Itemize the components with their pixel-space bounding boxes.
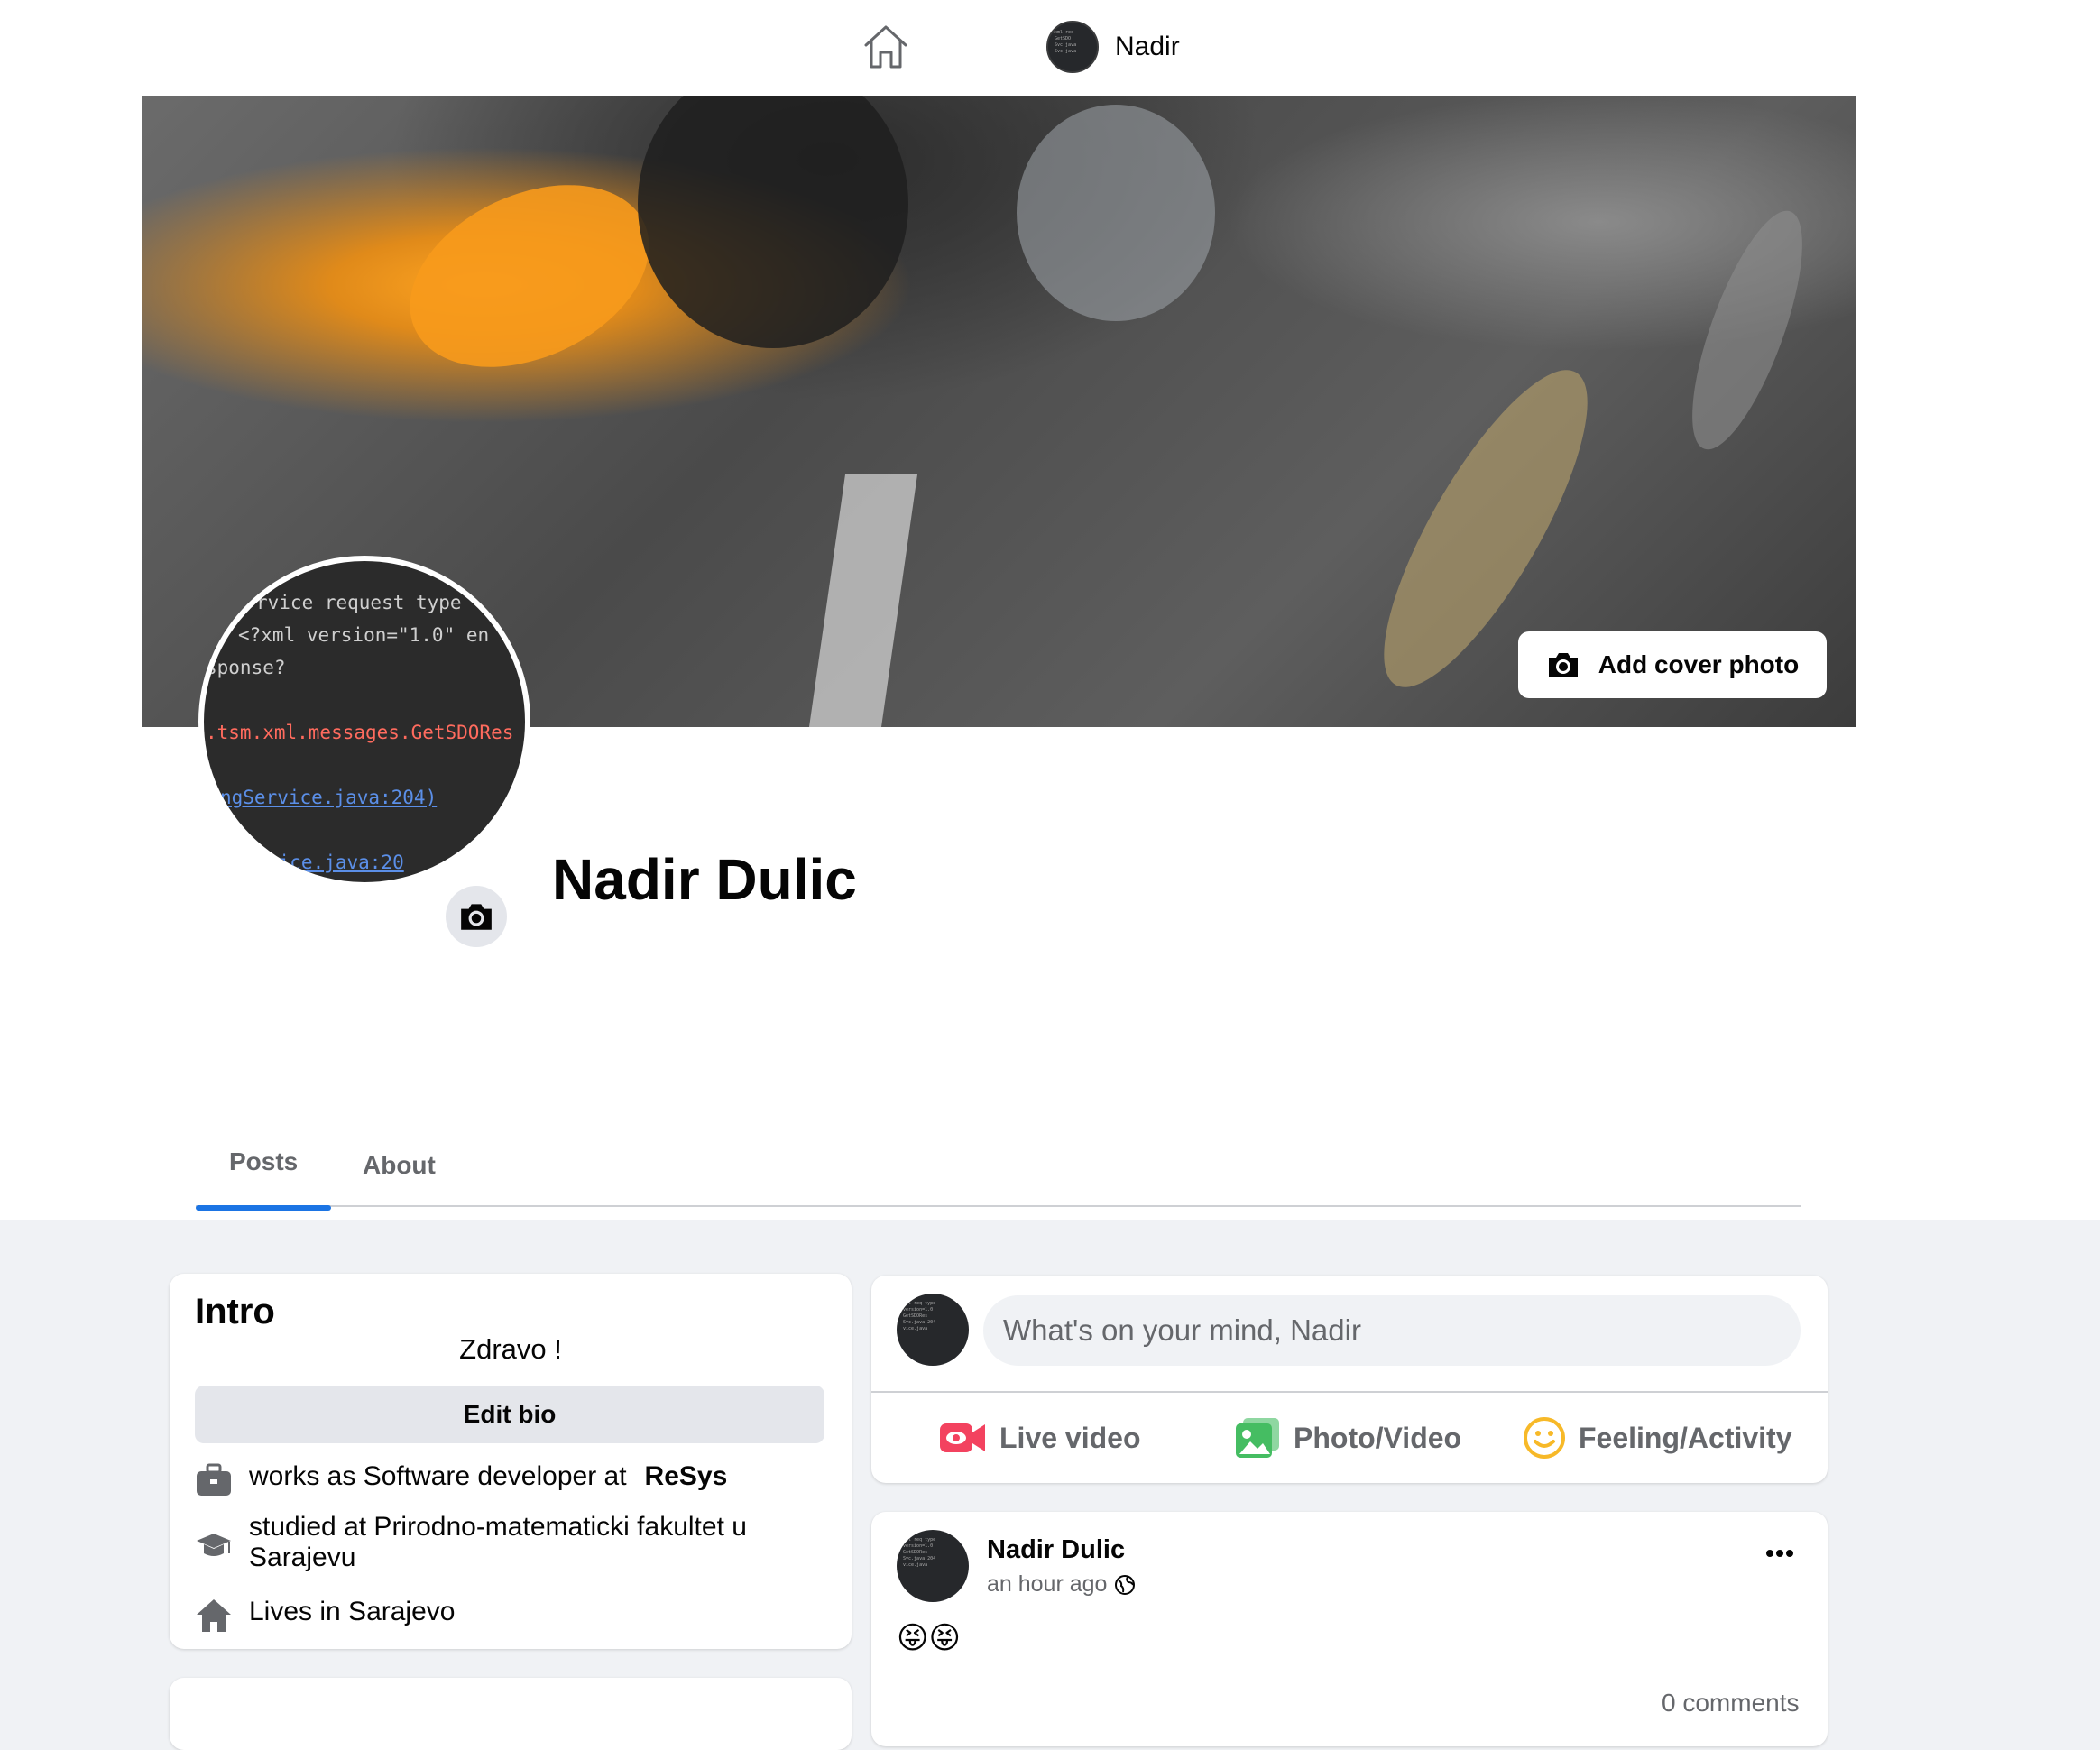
post-meta: an hour ago [987, 1571, 1136, 1598]
intro-lives-row: Lives in Sarajevo [195, 1597, 455, 1635]
whats-on-your-mind-input[interactable]: What's on your mind, Nadir [983, 1295, 1801, 1366]
change-profile-picture-button[interactable] [446, 886, 507, 947]
globe-icon [1115, 1574, 1136, 1595]
photos-card [170, 1678, 852, 1750]
intro-card: Intro Zdravo ! Edit bio works as Softwar… [170, 1274, 852, 1649]
intro-work-row: works as Software developer at ReSys [195, 1461, 727, 1499]
avatar-code-line: .tsm.xml.messages.GetSDORes [206, 722, 514, 743]
avatar: <xml req type version=1.0 GetSDORes Svc.… [897, 1294, 969, 1366]
live-video-button[interactable]: Live video [938, 1411, 1141, 1465]
profile-picture[interactable]: rvice request type <?xml version="1.0" e… [198, 556, 530, 888]
camera-icon [461, 904, 492, 930]
add-cover-photo-label: Add cover photo [1598, 650, 1800, 678]
avatar-code-line: ngService.java:204) [220, 787, 438, 808]
divider [196, 1205, 1801, 1207]
feeling-activity-label: Feeling/Activity [1579, 1421, 1792, 1454]
intro-study-row: studied at Prirodno-matematicki fakultet… [195, 1512, 790, 1573]
post-card: <xml req type version=1.0 GetSDORes Svc.… [871, 1512, 1828, 1746]
house-icon [197, 1599, 231, 1632]
live-video-icon [940, 1423, 985, 1452]
briefcase-icon [197, 1463, 231, 1496]
active-tab-indicator [196, 1205, 331, 1211]
photo-icon [1236, 1418, 1279, 1458]
tab-posts[interactable]: Posts [229, 1147, 298, 1176]
more-options-button[interactable] [1757, 1535, 1802, 1571]
avatar[interactable]: <xml req type version=1.0 GetSDORes Svc.… [897, 1530, 969, 1602]
avatar-code-line: sponse? [206, 657, 286, 678]
live-video-label: Live video [999, 1421, 1141, 1454]
photo-video-label: Photo/Video [1294, 1421, 1462, 1454]
work-company[interactable]: ReSys [645, 1461, 728, 1492]
add-cover-photo-button[interactable]: Add cover photo [1518, 631, 1827, 698]
profile-name: Nadir Dulic [552, 847, 857, 912]
smiley-icon [1524, 1417, 1565, 1459]
post-author[interactable]: Nadir Dulic [987, 1535, 1125, 1565]
avatar: <xml req GetSDO Svc.java Svc.java [1046, 21, 1099, 73]
nav-profile-link[interactable]: <xml req GetSDO Svc.java Svc.java Nadir [1046, 18, 1180, 76]
feeling-activity-button[interactable]: Feeling/Activity [1523, 1411, 1792, 1465]
top-navigation-bar: <xml req GetSDO Svc.java Svc.java Nadir [0, 0, 2100, 97]
post-time[interactable]: an hour ago [987, 1571, 1107, 1598]
avatar-code-line: vice.java:20 [267, 852, 404, 873]
divider [871, 1391, 1828, 1393]
camera-icon [1548, 653, 1578, 677]
comments-count[interactable]: 0 comments [1662, 1689, 1800, 1718]
study-text: studied at Prirodno-matematicki fakultet… [249, 1512, 747, 1572]
graduation-cap-icon [197, 1534, 231, 1556]
home-icon[interactable] [861, 22, 911, 72]
avatar-code-line: rvice request type [256, 592, 462, 613]
post-body: 😝😝 [897, 1621, 961, 1655]
nav-profile-name: Nadir [1115, 32, 1180, 61]
photo-video-button[interactable]: Photo/Video [1234, 1411, 1461, 1465]
ellipsis-icon [1766, 1550, 1793, 1557]
bio-text: Zdravo ! [459, 1333, 562, 1365]
post-composer: <xml req type version=1.0 GetSDORes Svc.… [871, 1276, 1828, 1483]
lives-text: Lives in Sarajevo [249, 1597, 456, 1626]
intro-title: Intro [195, 1292, 275, 1331]
avatar-code-line: <?xml version="1.0" en [238, 624, 490, 646]
tab-about[interactable]: About [363, 1151, 436, 1180]
edit-bio-button[interactable]: Edit bio [195, 1386, 824, 1443]
work-text: works as Software developer at [249, 1461, 627, 1491]
